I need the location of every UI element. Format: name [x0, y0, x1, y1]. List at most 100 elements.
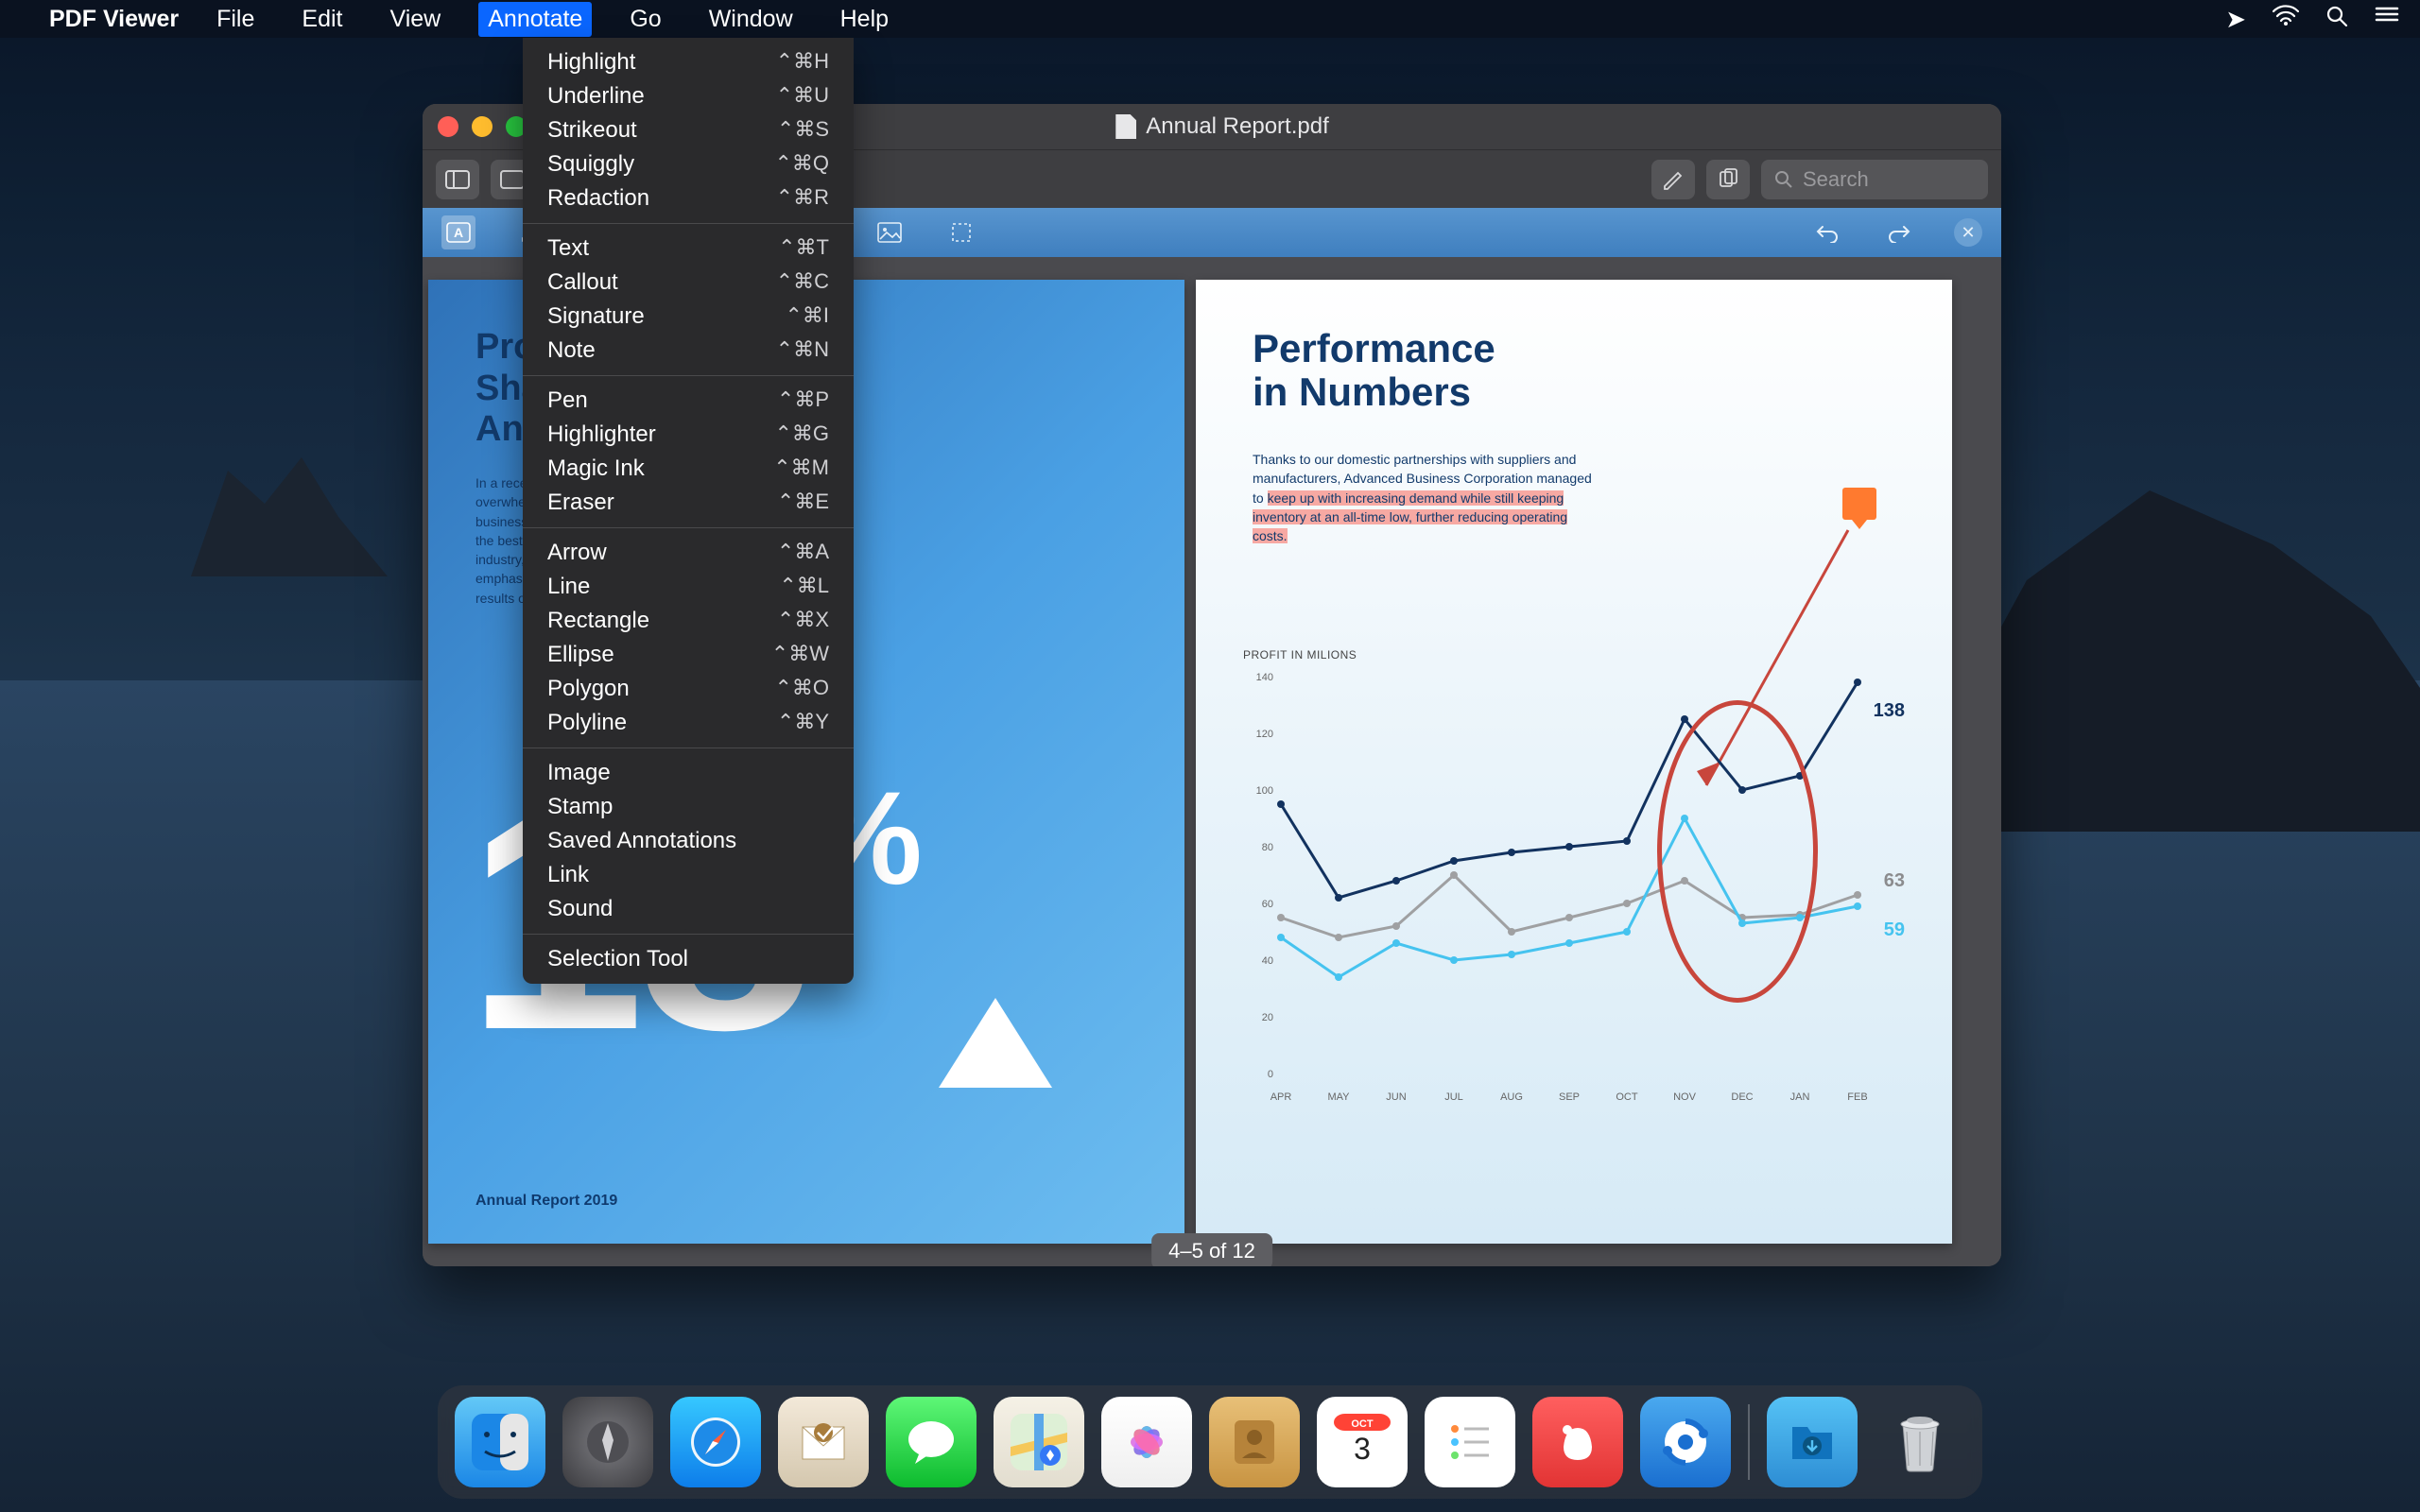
page-5[interactable]: Performance in Numbers Thanks to our dom… — [1196, 280, 1952, 1244]
edit-copy-button[interactable] — [1706, 160, 1750, 199]
annotate-menu-dropdown: Highlight⌃⌘HUnderline⌃⌘UStrikeout⌃⌘SSqui… — [523, 38, 854, 984]
window-minimize-button[interactable] — [472, 116, 493, 137]
svg-text:SEP: SEP — [1559, 1091, 1580, 1103]
menu-item-label: Line — [547, 574, 590, 600]
menu-item-highlighter[interactable]: Highlighter⌃⌘G — [523, 418, 854, 452]
spotlight-icon[interactable] — [2325, 5, 2348, 34]
menu-item-window[interactable]: Window — [700, 2, 803, 37]
menu-item-view[interactable]: View — [381, 2, 451, 37]
page4-footer: Annual Report 2019 — [475, 1193, 617, 1210]
menu-item-line[interactable]: Line⌃⌘L — [523, 570, 854, 604]
svg-text:FEB: FEB — [1847, 1091, 1867, 1103]
menu-item-underline[interactable]: Underline ⌃⌘U — [523, 79, 854, 113]
menu-item-squiggly[interactable]: Squiggly⌃⌘Q — [523, 147, 854, 181]
menu-item-label: Squiggly — [547, 151, 634, 178]
image-tool-button[interactable] — [873, 215, 907, 249]
menu-item-label: Ellipse — [547, 642, 614, 668]
menu-item-shortcut: ⌃⌘Y — [777, 710, 829, 736]
svg-text:JUL: JUL — [1444, 1091, 1463, 1103]
menu-item-note[interactable]: Note⌃⌘N — [523, 334, 854, 368]
menu-item-saved-annotations[interactable]: Saved Annotations — [523, 824, 854, 858]
menu-item-text[interactable]: Text⌃⌘T — [523, 232, 854, 266]
chart-title: PROFIT IN MILIONS — [1243, 648, 1357, 662]
menu-item-file[interactable]: File — [207, 2, 264, 37]
page5-paragraph: Thanks to our domestic partnerships with… — [1253, 450, 1602, 545]
selection-tool-button[interactable] — [944, 215, 978, 249]
menu-item-label: Pen — [547, 387, 588, 414]
menu-item-sound[interactable]: Sound — [523, 892, 854, 926]
menu-item-label: Stamp — [547, 794, 613, 820]
window-close-button[interactable] — [438, 116, 458, 137]
dock-app-pdfviewer[interactable] — [1640, 1397, 1731, 1487]
menu-item-signature[interactable]: Signature⌃⌘I — [523, 300, 854, 334]
menu-item-rectangle[interactable]: Rectangle⌃⌘X — [523, 604, 854, 638]
menu-item-shortcut: ⌃⌘E — [777, 490, 829, 516]
app-name[interactable]: PDF Viewer — [49, 6, 179, 33]
menu-item-image[interactable]: Image — [523, 756, 854, 790]
page5-para-highlighted[interactable]: keep up with increasing demand while sti… — [1253, 490, 1567, 544]
menu-item-go[interactable]: Go — [620, 2, 670, 37]
menu-item-ellipse[interactable]: Ellipse⌃⌘W — [523, 638, 854, 672]
dock-app-mail[interactable] — [778, 1397, 869, 1487]
menu-item-label: Polyline — [547, 710, 627, 736]
dock-app-bear[interactable] — [1532, 1397, 1623, 1487]
annotate-button[interactable] — [1651, 160, 1695, 199]
menu-item-annotate[interactable]: Annotate — [478, 2, 592, 37]
redo-button[interactable] — [1882, 215, 1916, 249]
menu-item-arrow[interactable]: Arrow⌃⌘A — [523, 536, 854, 570]
control-center-icon[interactable] — [2375, 5, 2399, 34]
menu-separator — [523, 375, 854, 376]
profit-chart: PROFIT IN MILIONS 020406080100120140APRM… — [1243, 648, 1895, 1121]
textbox-tool-button[interactable]: A — [441, 215, 475, 249]
menu-item-edit[interactable]: Edit — [292, 2, 352, 37]
menu-item-strikeout[interactable]: Strikeout⌃⌘S — [523, 113, 854, 147]
menu-item-callout[interactable]: Callout⌃⌘C — [523, 266, 854, 300]
svg-text:A: A — [454, 225, 463, 240]
menu-item-help[interactable]: Help — [831, 2, 898, 37]
dock-app-safari[interactable] — [670, 1397, 761, 1487]
dock-app-finder[interactable] — [455, 1397, 545, 1487]
sidebar-toggle-button[interactable] — [436, 160, 479, 199]
dock-app-calendar[interactable]: OCT3 — [1317, 1397, 1408, 1487]
menu-item-label: Strikeout — [547, 117, 637, 144]
menu-item-polyline[interactable]: Polyline ⌃⌘Y — [523, 706, 854, 740]
menu-item-highlight[interactable]: Highlight⌃⌘H — [523, 45, 854, 79]
wifi-icon[interactable] — [2273, 5, 2299, 34]
menu-item-link[interactable]: Link — [523, 858, 854, 892]
menu-item-eraser[interactable]: Eraser ⌃⌘E — [523, 486, 854, 520]
menu-item-selection-tool[interactable]: Selection Tool — [523, 942, 854, 976]
menu-item-magic-ink[interactable]: Magic Ink⌃⌘M — [523, 452, 854, 486]
callout-series-c: 59 — [1884, 919, 1905, 941]
dock-downloads-folder[interactable] — [1767, 1397, 1858, 1487]
svg-text:80: 80 — [1262, 842, 1273, 853]
dock-app-messages[interactable] — [886, 1397, 977, 1487]
menu-item-label: Underline — [547, 83, 645, 110]
menu-item-shortcut: ⌃⌘U — [776, 83, 829, 110]
note-annotation-icon[interactable] — [1842, 488, 1876, 520]
menu-item-label: Selection Tool — [547, 946, 688, 972]
menu-item-label: Eraser — [547, 490, 614, 516]
dock-app-photos[interactable] — [1101, 1397, 1192, 1487]
search-field[interactable]: Search — [1761, 160, 1988, 199]
dock-app-reminders[interactable] — [1425, 1397, 1515, 1487]
menu-item-redaction[interactable]: Redaction⌃⌘R — [523, 181, 854, 215]
dock-app-launchpad[interactable] — [562, 1397, 653, 1487]
dock-app-maps[interactable] — [994, 1397, 1084, 1487]
menu-item-stamp[interactable]: Stamp — [523, 790, 854, 824]
location-icon[interactable]: ➤ — [2225, 5, 2246, 34]
menu-item-pen[interactable]: Pen⌃⌘P — [523, 384, 854, 418]
page5-heading-line1: Performance — [1253, 327, 1495, 370]
menu-item-polygon[interactable]: Polygon⌃⌘O — [523, 672, 854, 706]
menu-item-label: Rectangle — [547, 608, 649, 634]
svg-text:MAY: MAY — [1327, 1091, 1350, 1103]
dock-app-contacts[interactable] — [1209, 1397, 1300, 1487]
svg-text:NOV: NOV — [1673, 1091, 1697, 1103]
menu-item-label: Magic Ink — [547, 455, 645, 482]
dock-trash[interactable] — [1875, 1397, 1965, 1487]
ellipse-annotation[interactable] — [1657, 700, 1818, 1003]
menu-item-shortcut: ⌃⌘G — [774, 421, 829, 448]
svg-text:JAN: JAN — [1790, 1091, 1810, 1103]
svg-text:60: 60 — [1262, 899, 1273, 910]
undo-button[interactable] — [1810, 215, 1844, 249]
close-annotation-toolbar-button[interactable]: ✕ — [1954, 218, 1982, 247]
